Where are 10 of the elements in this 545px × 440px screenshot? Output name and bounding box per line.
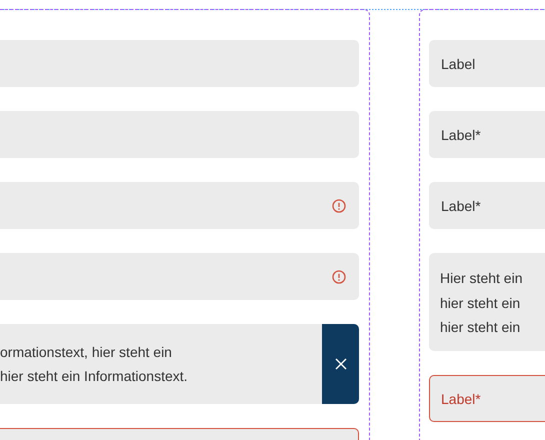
text-area[interactable]: Hier steht ein hier steht ein hier steht ein [429, 253, 545, 351]
input-field[interactable]: Label* [429, 375, 545, 422]
close-button[interactable] [322, 324, 359, 404]
close-icon [334, 358, 346, 370]
input-field[interactable]: Label* [429, 111, 545, 158]
input-field[interactable]: Label* [429, 182, 545, 229]
info-text: ormationstext, hier steht ein hier steht ein Informationstext. [0, 343, 189, 386]
input-field[interactable]: Label [429, 40, 545, 87]
warning-icon [332, 270, 346, 284]
warning-icon [332, 198, 346, 212]
